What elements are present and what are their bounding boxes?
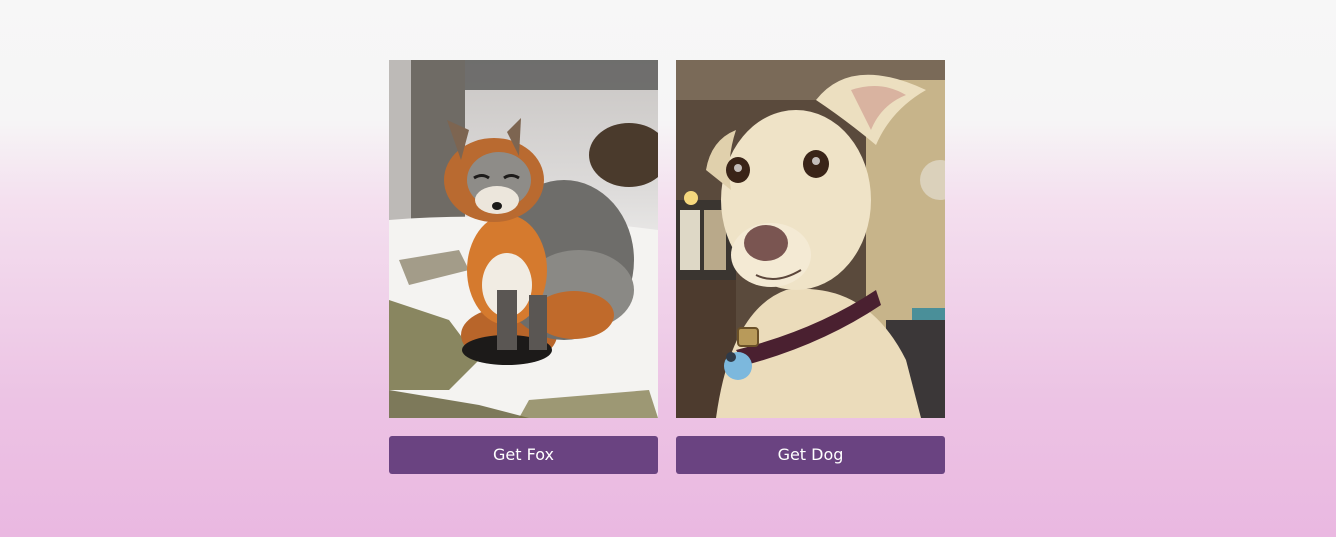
dog-photo <box>676 60 945 418</box>
dog-card: Get Dog <box>676 60 945 474</box>
get-fox-button[interactable]: Get Fox <box>389 436 658 474</box>
fox-photo <box>389 60 658 418</box>
get-dog-button[interactable]: Get Dog <box>676 436 945 474</box>
fox-card: Get Fox <box>389 60 658 474</box>
